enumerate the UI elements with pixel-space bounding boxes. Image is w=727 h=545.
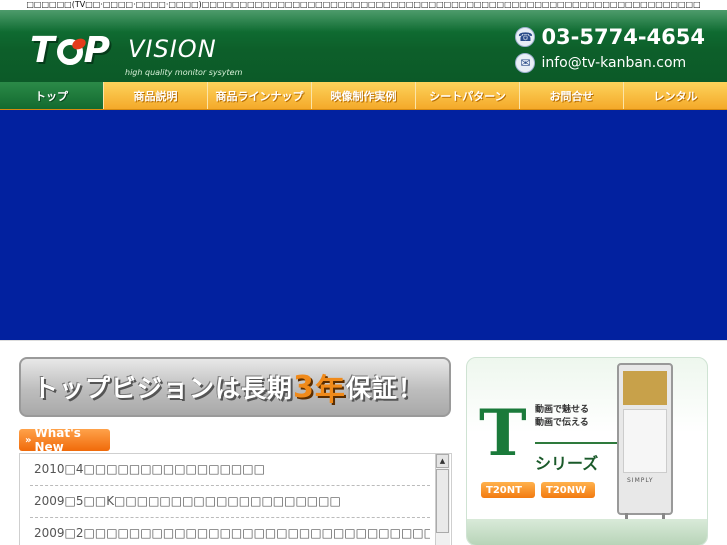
guarantee-years-number: 3 <box>293 369 315 405</box>
kiosk-top-screen <box>623 371 667 405</box>
logo-vision: VISION <box>128 35 217 63</box>
phone-number: 03-5774-4654 <box>541 25 705 49</box>
contact-block: ☎ 03-5774-4654 ✉ info@tv-kanban.com <box>515 24 705 76</box>
t20nw-button[interactable]: T20NW <box>541 482 595 498</box>
news-scrollbar[interactable]: ▲ <box>435 454 450 545</box>
t20nw-label: T20NW <box>546 484 587 496</box>
ad-line-2: 動画で伝える <box>535 418 589 428</box>
logo-tagline: high quality monitor sysytem <box>125 68 243 77</box>
email-row[interactable]: ✉ info@tv-kanban.com <box>515 50 705 76</box>
t20nt-label: T20NT <box>486 484 522 496</box>
nav-item-contact[interactable]: お問合せ <box>519 82 623 109</box>
nav-item-sheet-patterns[interactable]: シートパターン <box>415 82 519 109</box>
logo-letter-t: T <box>30 30 56 71</box>
logo-letter-p: P <box>83 30 111 71</box>
nav-item-rental[interactable]: レンタル <box>623 82 727 109</box>
t-series-ad[interactable]: T 動画で魅せる 動画で伝える シリーズ T20NT T20NW SIMPLY <box>466 357 708 545</box>
hero-banner <box>0 110 727 340</box>
scroll-up-arrow-icon[interactable]: ▲ <box>436 454 449 468</box>
phone-row: ☎ 03-5774-4654 <box>515 24 705 50</box>
ad-line-1: 動画で魅せる <box>535 405 590 415</box>
kiosk-display-image: SIMPLY <box>617 363 673 533</box>
guarantee-years-unit: 年 <box>314 373 346 408</box>
main-nav: トップ 商品説明 商品ラインナップ 映像制作実例 シートパターン お問合せ レン… <box>0 82 727 110</box>
site-header: TP VISION high quality monitor sysytem ☎… <box>0 10 727 82</box>
news-panel: 2010□4□□□□□□□□□□□□□□□□ 2009□5□□K□□□□□□□□… <box>19 453 452 545</box>
kiosk-bottom-screen <box>623 409 667 473</box>
news-item[interactable]: 2009□5□□K□□□□□□□□□□□□□□□□□□□□ <box>30 486 430 518</box>
ad-footer-strip <box>467 519 707 545</box>
site-logo[interactable]: TP VISION high quality monitor sysytem <box>30 30 242 77</box>
top-notice-text: □□□□□□(TV□□·□□□□·□□□□·□□□□)□□□□□□□□□□□□□… <box>26 0 701 9</box>
nav-item-product-lineup[interactable]: 商品ラインナップ <box>207 82 311 109</box>
news-item[interactable]: 2009□2□□□□□□□□□□□□□□□□□□□□□□□□□□□□□□□□□□… <box>30 518 430 545</box>
mail-icon: ✉ <box>515 53 536 73</box>
logo-o-ring-icon <box>56 39 83 65</box>
phone-icon: ☎ <box>515 27 536 47</box>
kiosk-brand: SIMPLY <box>627 477 654 484</box>
top-notice-bar: □□□□□□(TV□□·□□□□·□□□□·□□□□)□□□□□□□□□□□□□… <box>0 0 727 10</box>
nav-item-video-examples[interactable]: 映像制作実例 <box>311 82 415 109</box>
whats-new-heading: » What's New <box>19 426 110 454</box>
news-item[interactable]: 2010□4□□□□□□□□□□□□□□□□ <box>30 454 430 486</box>
nav-item-top[interactable]: トップ <box>0 82 103 109</box>
whats-new-label: What's New <box>34 426 81 454</box>
guarantee-text-c: 保証！ <box>345 374 424 403</box>
main-content: トップビジョンは長期 3 年保証！ » What's New 2010□4□□□□□… <box>0 340 727 545</box>
ad-divider <box>535 442 623 444</box>
ad-big-letter: T <box>479 396 527 471</box>
email-link[interactable]: info@tv-kanban.com <box>541 55 686 71</box>
nav-item-product-description[interactable]: 商品説明 <box>103 82 207 109</box>
ad-series-label: シリーズ <box>535 454 599 473</box>
guarantee-banner[interactable]: トップビジョンは長期 3 年保証！ <box>19 357 451 417</box>
news-list: 2010□4□□□□□□□□□□□□□□□□ 2009□5□□K□□□□□□□□… <box>30 454 430 545</box>
guarantee-text-a: トップビジョンは長期 <box>33 374 294 403</box>
double-chevron-icon: » <box>25 434 32 446</box>
t20nt-button[interactable]: T20NT <box>481 482 535 498</box>
scroll-thumb[interactable] <box>436 469 449 533</box>
